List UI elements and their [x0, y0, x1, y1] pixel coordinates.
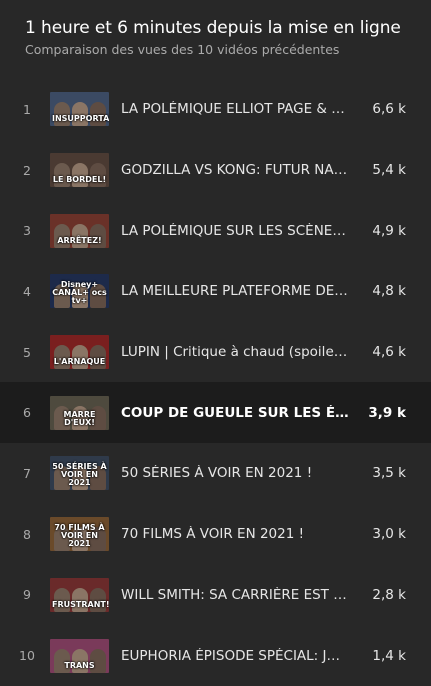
video-thumbnail[interactable]: FRUSTRANT!	[50, 577, 109, 612]
video-rank: 8	[23, 526, 31, 542]
video-views: 6,6 k	[372, 101, 406, 118]
video-title[interactable]: 70 FILMS À VOIR EN 2021 !	[121, 526, 349, 542]
thumbnail-caption: Disney+ CANAL+ ocs tv+	[52, 280, 107, 306]
video-title[interactable]: COUP DE GUEULE SUR LES ÉLITES	[121, 405, 349, 421]
video-rank: 10	[19, 648, 35, 664]
video-row[interactable]: 7 50 SÉRIES À VOIR EN 2021 50 SÉRIES À VOI…	[0, 443, 431, 504]
video-rank: 9	[23, 587, 31, 603]
video-views: 4,9 k	[372, 222, 406, 239]
thumbnail-caption: 70 FILMS À VOIR EN 2021	[54, 523, 105, 549]
video-thumbnail[interactable]: L'ARNAQUE	[50, 335, 109, 370]
thumbnail-caption: LE BORDEL!	[52, 175, 107, 185]
video-title[interactable]: EUPHORIA ÉPISODE SPÉCIAL: JULES	[121, 648, 349, 664]
video-title[interactable]: LA POLÉMIQUE ELLIOT PAGE & TRANSGENRE	[121, 101, 349, 117]
video-row[interactable]: 3 ARRÊTEZ! LA POLÉMIQUE SUR LES SCÈNES DE …	[0, 200, 431, 261]
video-thumbnail[interactable]: Disney+ CANAL+ ocs tv+	[50, 274, 109, 309]
video-row[interactable]: 1 INSUPPORTABLE LA POLÉMIQUE ELLIOT PAGE &…	[0, 79, 431, 140]
page-subtitle: Comparaison des vues des 10 vidéos précé…	[25, 42, 340, 57]
video-title[interactable]: WILL SMITH: SA CARRIÈRE EST FINIE ?	[121, 587, 349, 603]
video-rank: 1	[23, 101, 31, 117]
video-title[interactable]: LA MEILLEURE PLATEFORME DE STREAMING	[121, 283, 349, 299]
video-rank: 5	[23, 344, 31, 360]
video-rank: 2	[23, 162, 31, 178]
video-row[interactable]: 5 L'ARNAQUE LUPIN | Critique à chaud (spoi…	[0, 322, 431, 383]
video-row[interactable]: 10 TRANS EUPHORIA ÉPISODE SPÉCIAL: JULES 1,…	[0, 625, 431, 686]
video-thumbnail[interactable]: ARRÊTEZ!	[50, 213, 109, 248]
video-thumbnail[interactable]: MARRE D'EUX!	[50, 395, 109, 430]
video-thumbnail[interactable]: 50 SÉRIES À VOIR EN 2021	[50, 456, 109, 491]
video-title[interactable]: 50 SÉRIES À VOIR EN 2021 !	[121, 465, 349, 481]
video-views: 5,4 k	[372, 162, 406, 179]
video-row[interactable]: 6 MARRE D'EUX! COUP DE GUEULE SUR LES ÉLIT…	[0, 382, 431, 444]
video-views: 3,0 k	[372, 526, 406, 543]
video-thumbnail[interactable]: LE BORDEL!	[50, 153, 109, 188]
page-title: 1 heure et 6 minutes depuis la mise en l…	[25, 18, 401, 38]
video-views: 2,8 k	[372, 586, 406, 603]
thumbnail-caption: ARRÊTEZ!	[57, 235, 102, 245]
video-list: 1 INSUPPORTABLE LA POLÉMIQUE ELLIOT PAGE &…	[0, 79, 431, 686]
header: 1 heure et 6 minutes depuis la mise en l…	[0, 0, 431, 68]
video-title[interactable]: LUPIN | Critique à chaud (spoilers)	[121, 344, 349, 360]
video-thumbnail[interactable]: TRANS	[50, 638, 109, 673]
video-views: 1,4 k	[372, 647, 406, 664]
video-row[interactable]: 4 Disney+ CANAL+ ocs tv+ LA MEILLEURE PLAT…	[0, 261, 431, 322]
video-rank: 3	[23, 223, 31, 239]
video-row[interactable]: 9 FRUSTRANT! WILL SMITH: SA CARRIÈRE EST F…	[0, 565, 431, 626]
thumbnail-caption: MARRE D'EUX!	[63, 409, 96, 427]
video-views: 4,6 k	[372, 344, 406, 361]
thumbnail-caption: FRUSTRANT!	[52, 599, 109, 609]
thumbnail-caption: TRANS	[64, 660, 95, 670]
thumbnail-caption: L'ARNAQUE	[53, 357, 106, 367]
video-views: 4,8 k	[372, 283, 406, 300]
thumbnail-caption: INSUPPORTABLE	[52, 114, 109, 124]
video-rank: 7	[23, 465, 31, 481]
video-row[interactable]: 8 70 FILMS À VOIR EN 2021 70 FILMS À VOIR …	[0, 504, 431, 565]
video-title[interactable]: GODZILLA VS KONG: FUTUR NANAR ?	[121, 162, 349, 178]
video-thumbnail[interactable]: 70 FILMS À VOIR EN 2021	[50, 517, 109, 552]
video-title[interactable]: LA POLÉMIQUE SUR LES SCÈNES DE SEXE	[121, 223, 349, 239]
video-thumbnail[interactable]: INSUPPORTABLE	[50, 92, 109, 127]
video-views: 3,5 k	[372, 465, 406, 482]
video-rank: 4	[23, 283, 31, 299]
video-rank: 6	[23, 405, 31, 421]
video-views: 3,9 k	[368, 404, 406, 421]
video-row[interactable]: 2 LE BORDEL! GODZILLA VS KONG: FUTUR NANAR…	[0, 140, 431, 201]
thumbnail-caption: 50 SÉRIES À VOIR EN 2021	[52, 462, 107, 488]
